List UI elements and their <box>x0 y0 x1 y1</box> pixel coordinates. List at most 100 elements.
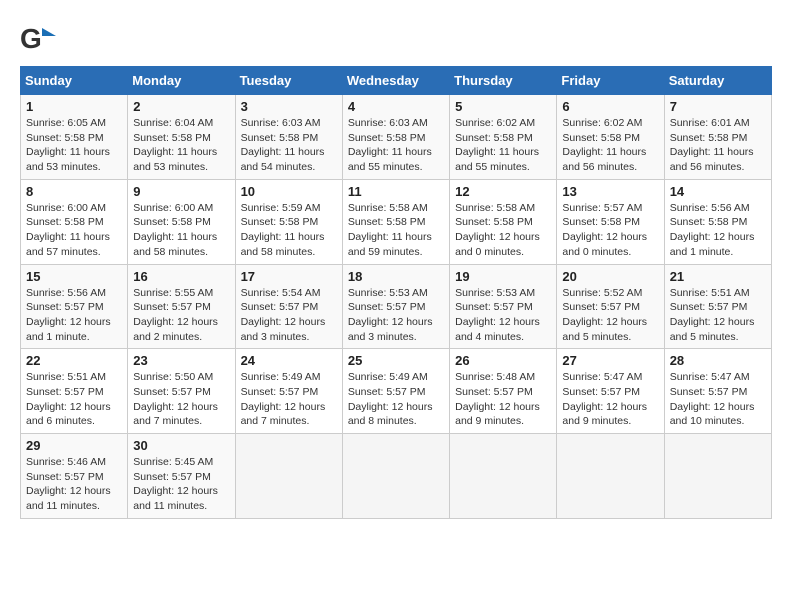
calendar-cell: 29 Sunrise: 5:46 AM Sunset: 5:57 PM Dayl… <box>21 434 128 519</box>
calendar-cell <box>450 434 557 519</box>
calendar-cell <box>235 434 342 519</box>
day-number: 4 <box>348 99 444 114</box>
weekday-header-wednesday: Wednesday <box>342 67 449 95</box>
weekday-header-saturday: Saturday <box>664 67 771 95</box>
day-number: 14 <box>670 184 766 199</box>
calendar-cell: 19 Sunrise: 5:53 AM Sunset: 5:57 PM Dayl… <box>450 264 557 349</box>
weekday-header-row: SundayMondayTuesdayWednesdayThursdayFrid… <box>21 67 772 95</box>
day-info: Sunrise: 5:45 AM Sunset: 5:57 PM Dayligh… <box>133 455 229 514</box>
day-info: Sunrise: 6:00 AM Sunset: 5:58 PM Dayligh… <box>26 201 122 260</box>
calendar-cell <box>664 434 771 519</box>
calendar-cell: 17 Sunrise: 5:54 AM Sunset: 5:57 PM Dayl… <box>235 264 342 349</box>
day-info: Sunrise: 5:56 AM Sunset: 5:58 PM Dayligh… <box>670 201 766 260</box>
day-number: 9 <box>133 184 229 199</box>
day-info: Sunrise: 5:59 AM Sunset: 5:58 PM Dayligh… <box>241 201 337 260</box>
day-number: 24 <box>241 353 337 368</box>
calendar-cell: 30 Sunrise: 5:45 AM Sunset: 5:57 PM Dayl… <box>128 434 235 519</box>
day-number: 25 <box>348 353 444 368</box>
calendar-cell: 16 Sunrise: 5:55 AM Sunset: 5:57 PM Dayl… <box>128 264 235 349</box>
day-number: 21 <box>670 269 766 284</box>
day-number: 12 <box>455 184 551 199</box>
day-info: Sunrise: 5:49 AM Sunset: 5:57 PM Dayligh… <box>348 370 444 429</box>
calendar-cell: 3 Sunrise: 6:03 AM Sunset: 5:58 PM Dayli… <box>235 95 342 180</box>
calendar-cell: 28 Sunrise: 5:47 AM Sunset: 5:57 PM Dayl… <box>664 349 771 434</box>
day-number: 8 <box>26 184 122 199</box>
day-info: Sunrise: 5:53 AM Sunset: 5:57 PM Dayligh… <box>348 286 444 345</box>
calendar-cell: 2 Sunrise: 6:04 AM Sunset: 5:58 PM Dayli… <box>128 95 235 180</box>
calendar-week-5: 29 Sunrise: 5:46 AM Sunset: 5:57 PM Dayl… <box>21 434 772 519</box>
calendar-cell: 11 Sunrise: 5:58 AM Sunset: 5:58 PM Dayl… <box>342 179 449 264</box>
day-info: Sunrise: 5:58 AM Sunset: 5:58 PM Dayligh… <box>348 201 444 260</box>
calendar-cell: 24 Sunrise: 5:49 AM Sunset: 5:57 PM Dayl… <box>235 349 342 434</box>
day-info: Sunrise: 5:56 AM Sunset: 5:57 PM Dayligh… <box>26 286 122 345</box>
day-info: Sunrise: 6:02 AM Sunset: 5:58 PM Dayligh… <box>562 116 658 175</box>
calendar-cell <box>557 434 664 519</box>
day-info: Sunrise: 5:51 AM Sunset: 5:57 PM Dayligh… <box>26 370 122 429</box>
day-info: Sunrise: 5:47 AM Sunset: 5:57 PM Dayligh… <box>670 370 766 429</box>
day-info: Sunrise: 5:58 AM Sunset: 5:58 PM Dayligh… <box>455 201 551 260</box>
calendar-week-2: 8 Sunrise: 6:00 AM Sunset: 5:58 PM Dayli… <box>21 179 772 264</box>
day-number: 6 <box>562 99 658 114</box>
day-info: Sunrise: 5:49 AM Sunset: 5:57 PM Dayligh… <box>241 370 337 429</box>
day-number: 17 <box>241 269 337 284</box>
day-number: 1 <box>26 99 122 114</box>
day-info: Sunrise: 5:46 AM Sunset: 5:57 PM Dayligh… <box>26 455 122 514</box>
day-info: Sunrise: 5:55 AM Sunset: 5:57 PM Dayligh… <box>133 286 229 345</box>
day-info: Sunrise: 6:03 AM Sunset: 5:58 PM Dayligh… <box>241 116 337 175</box>
day-info: Sunrise: 6:03 AM Sunset: 5:58 PM Dayligh… <box>348 116 444 175</box>
day-info: Sunrise: 5:52 AM Sunset: 5:57 PM Dayligh… <box>562 286 658 345</box>
day-number: 20 <box>562 269 658 284</box>
calendar-cell <box>342 434 449 519</box>
day-info: Sunrise: 6:04 AM Sunset: 5:58 PM Dayligh… <box>133 116 229 175</box>
page-header: G <box>20 20 772 56</box>
calendar-cell: 23 Sunrise: 5:50 AM Sunset: 5:57 PM Dayl… <box>128 349 235 434</box>
day-number: 16 <box>133 269 229 284</box>
day-info: Sunrise: 5:51 AM Sunset: 5:57 PM Dayligh… <box>670 286 766 345</box>
calendar-cell: 10 Sunrise: 5:59 AM Sunset: 5:58 PM Dayl… <box>235 179 342 264</box>
calendar-cell: 20 Sunrise: 5:52 AM Sunset: 5:57 PM Dayl… <box>557 264 664 349</box>
day-number: 22 <box>26 353 122 368</box>
weekday-header-sunday: Sunday <box>21 67 128 95</box>
svg-text:G: G <box>20 23 42 54</box>
day-number: 28 <box>670 353 766 368</box>
day-number: 11 <box>348 184 444 199</box>
logo: G <box>20 20 60 56</box>
calendar-cell: 6 Sunrise: 6:02 AM Sunset: 5:58 PM Dayli… <box>557 95 664 180</box>
weekday-header-tuesday: Tuesday <box>235 67 342 95</box>
day-number: 2 <box>133 99 229 114</box>
day-number: 19 <box>455 269 551 284</box>
day-info: Sunrise: 5:50 AM Sunset: 5:57 PM Dayligh… <box>133 370 229 429</box>
day-info: Sunrise: 6:02 AM Sunset: 5:58 PM Dayligh… <box>455 116 551 175</box>
calendar-cell: 8 Sunrise: 6:00 AM Sunset: 5:58 PM Dayli… <box>21 179 128 264</box>
day-number: 27 <box>562 353 658 368</box>
calendar-cell: 25 Sunrise: 5:49 AM Sunset: 5:57 PM Dayl… <box>342 349 449 434</box>
calendar-cell: 1 Sunrise: 6:05 AM Sunset: 5:58 PM Dayli… <box>21 95 128 180</box>
day-info: Sunrise: 5:47 AM Sunset: 5:57 PM Dayligh… <box>562 370 658 429</box>
day-info: Sunrise: 6:00 AM Sunset: 5:58 PM Dayligh… <box>133 201 229 260</box>
calendar-week-1: 1 Sunrise: 6:05 AM Sunset: 5:58 PM Dayli… <box>21 95 772 180</box>
day-number: 10 <box>241 184 337 199</box>
day-number: 15 <box>26 269 122 284</box>
calendar-cell: 14 Sunrise: 5:56 AM Sunset: 5:58 PM Dayl… <box>664 179 771 264</box>
calendar-cell: 13 Sunrise: 5:57 AM Sunset: 5:58 PM Dayl… <box>557 179 664 264</box>
day-number: 5 <box>455 99 551 114</box>
calendar-cell: 21 Sunrise: 5:51 AM Sunset: 5:57 PM Dayl… <box>664 264 771 349</box>
calendar-week-4: 22 Sunrise: 5:51 AM Sunset: 5:57 PM Dayl… <box>21 349 772 434</box>
day-info: Sunrise: 6:01 AM Sunset: 5:58 PM Dayligh… <box>670 116 766 175</box>
day-info: Sunrise: 6:05 AM Sunset: 5:58 PM Dayligh… <box>26 116 122 175</box>
day-number: 30 <box>133 438 229 453</box>
day-number: 3 <box>241 99 337 114</box>
day-number: 7 <box>670 99 766 114</box>
day-info: Sunrise: 5:48 AM Sunset: 5:57 PM Dayligh… <box>455 370 551 429</box>
weekday-header-monday: Monday <box>128 67 235 95</box>
day-number: 18 <box>348 269 444 284</box>
calendar-cell: 5 Sunrise: 6:02 AM Sunset: 5:58 PM Dayli… <box>450 95 557 180</box>
calendar-cell: 26 Sunrise: 5:48 AM Sunset: 5:57 PM Dayl… <box>450 349 557 434</box>
day-info: Sunrise: 5:53 AM Sunset: 5:57 PM Dayligh… <box>455 286 551 345</box>
day-number: 29 <box>26 438 122 453</box>
calendar-cell: 18 Sunrise: 5:53 AM Sunset: 5:57 PM Dayl… <box>342 264 449 349</box>
day-number: 23 <box>133 353 229 368</box>
day-number: 26 <box>455 353 551 368</box>
day-info: Sunrise: 5:54 AM Sunset: 5:57 PM Dayligh… <box>241 286 337 345</box>
weekday-header-friday: Friday <box>557 67 664 95</box>
